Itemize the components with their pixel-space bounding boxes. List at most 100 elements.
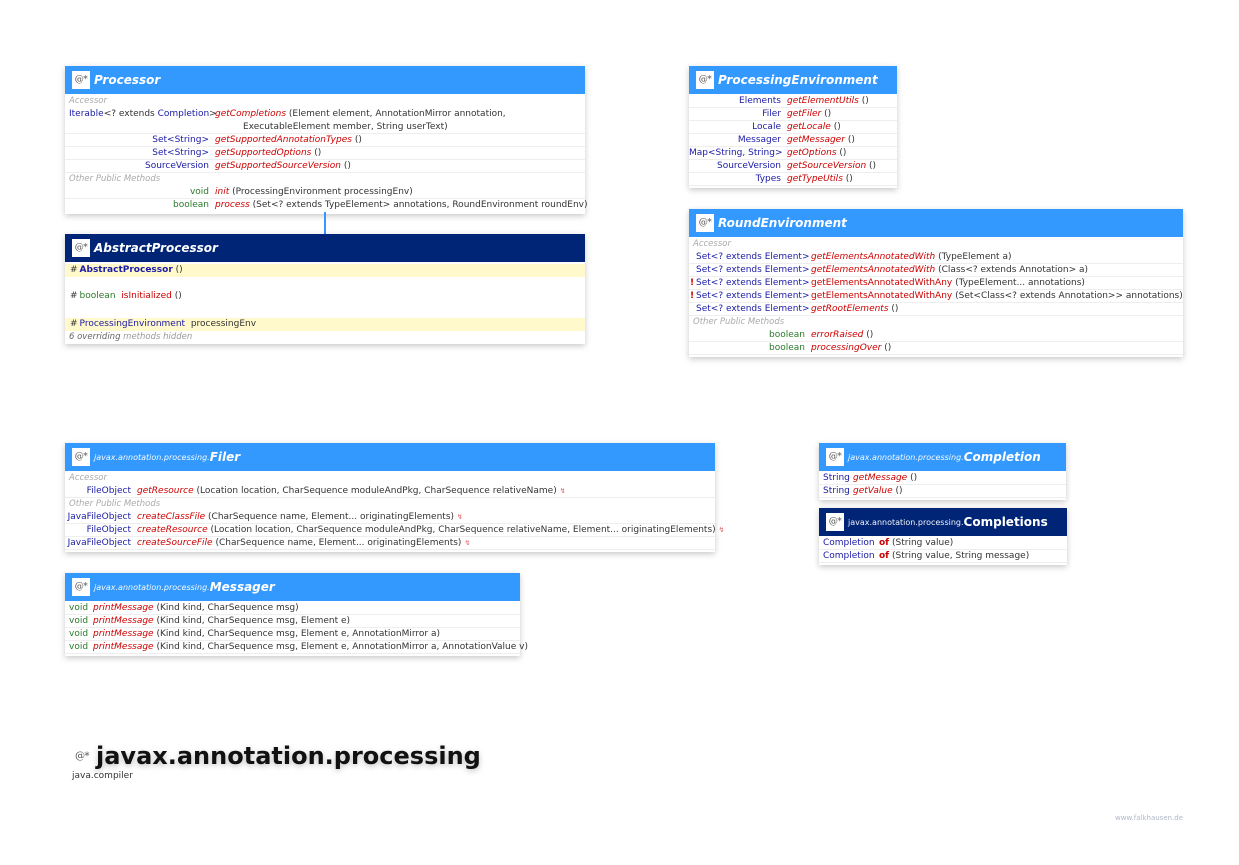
method-name[interactable]: getValue (853, 485, 893, 497)
method-row[interactable]: ! Set<? extends Element> getElementsAnnota… (689, 277, 1183, 290)
method-row[interactable]: Set<? extends Element> getElementsAnnotat… (689, 264, 1183, 277)
field-row[interactable]: # ProcessingEnvironment processingEnv (65, 318, 585, 331)
return-type: Set<? extends Element> (696, 304, 810, 314)
method-row[interactable]: Types getTypeUtils () (689, 173, 897, 186)
return-type: void (69, 629, 89, 639)
credit-link[interactable]: www.falkhausen.de (1115, 814, 1183, 822)
class-name: RoundEnvironment (718, 216, 847, 230)
method-name[interactable]: getElementsAnnotatedWith (811, 264, 935, 276)
annotation-interface-icon: @* (72, 71, 90, 89)
processing-environment-header[interactable]: @* ProcessingEnvironment (689, 66, 897, 94)
messager-header[interactable]: @* javax.annotation.processing. Messager (65, 573, 520, 601)
method-name[interactable]: getMessage (853, 472, 907, 484)
method-row[interactable]: JavaFileObject createClassFile (CharSeque… (65, 511, 715, 524)
method-row[interactable]: FileObject getResource (Location location… (65, 485, 715, 498)
section-label: Accessor (69, 473, 107, 483)
filer-header[interactable]: @* javax.annotation.processing. Filer (65, 443, 715, 471)
method-row[interactable]: void init (ProcessingEnvironment process… (65, 186, 585, 199)
method-row[interactable]: Set<String> getSupportedOptions () (65, 147, 585, 160)
abstract-processor-header[interactable]: @* AbstractProcessor (65, 234, 585, 262)
constructor-name[interactable]: AbstractProcessor (80, 264, 173, 277)
method-row[interactable]: Set<? extends Element> getElementsAnnotat… (689, 251, 1183, 264)
processor-header[interactable]: @* Processor (65, 66, 585, 94)
method-name[interactable]: getSupportedOptions (215, 147, 311, 159)
method-name[interactable]: getElementUtils (787, 95, 859, 107)
method-name[interactable]: printMessage (93, 628, 154, 640)
return-type: Filer (762, 109, 781, 119)
method-params: (TypeElement... annotations) (955, 278, 1085, 288)
method-name[interactable]: errorRaised (811, 329, 863, 341)
return-type: Map<String, String> (689, 148, 783, 158)
method-name[interactable]: getLocale (787, 121, 831, 133)
annotation-interface-icon: @* (72, 239, 90, 257)
method-name[interactable]: printMessage (93, 602, 154, 614)
round-environment-header[interactable]: @* RoundEnvironment (689, 209, 1183, 237)
method-row[interactable]: void printMessage (Kind kind, CharSequenc… (65, 602, 520, 615)
method-name[interactable]: getElementsAnnotatedWith (811, 251, 935, 263)
method-name[interactable]: createSourceFile (137, 537, 213, 549)
return-type: boolean (769, 343, 805, 353)
method-row[interactable]: Map<String, String> getOptions () (689, 147, 897, 160)
method-name[interactable]: isInitialized (121, 283, 172, 309)
method-row[interactable]: String getMessage () (819, 472, 1066, 485)
method-row[interactable]: boolean errorRaised () (689, 329, 1183, 342)
method-name[interactable]: createResource (137, 524, 208, 536)
method-name[interactable]: createClassFile (137, 511, 205, 523)
method-name[interactable]: getTypeUtils (787, 173, 843, 185)
completions-header[interactable]: @* javax.annotation.processing. Completio… (819, 508, 1067, 536)
method-row[interactable]: JavaFileObject createSourceFile (CharSequ… (65, 537, 715, 550)
method-row[interactable]: FileObject createResource (Location locat… (65, 524, 725, 537)
abstract-processor-class-box: @* AbstractProcessor # AbstractProcessor… (65, 234, 585, 344)
method-params: (Set<Class<? extends Annotation>> annota… (955, 291, 1183, 301)
method-name[interactable]: getRootElements (811, 303, 889, 315)
method-row[interactable]: void printMessage (Kind kind, CharSequenc… (65, 615, 520, 628)
method-name[interactable]: getResource (137, 485, 194, 497)
method-row[interactable]: Completion of (String value) (819, 537, 1067, 550)
method-name[interactable]: init (215, 186, 229, 198)
method-row[interactable]: boolean process (Set<? extends TypeEleme… (65, 199, 587, 212)
method-name[interactable]: processingOver (811, 342, 881, 354)
method-params: (Class<? extends Annotation> a) (938, 265, 1089, 275)
method-name[interactable]: getElementsAnnotatedWithAny (811, 290, 952, 302)
class-name: AbstractProcessor (94, 241, 218, 255)
package-title: @* javax.annotation.processing (72, 742, 481, 770)
completion-header[interactable]: @* javax.annotation.processing. Completio… (819, 443, 1066, 471)
method-name[interactable]: getElementsAnnotatedWithAny (811, 277, 952, 289)
method-name[interactable]: getSupportedSourceVersion (215, 160, 341, 172)
constructor-row[interactable]: # AbstractProcessor () (65, 264, 585, 277)
method-row[interactable]: Completion of (String value, String messa… (819, 550, 1067, 563)
method-name[interactable]: getSourceVersion (787, 160, 866, 172)
method-row[interactable]: Filer getFiler () (689, 108, 897, 121)
method-name[interactable]: getFiler (787, 108, 821, 120)
method-row[interactable]: SourceVersion getSupportedSourceVersion … (65, 160, 585, 173)
method-row[interactable]: boolean processingOver () (689, 342, 1183, 355)
method-row[interactable]: # boolean isInitialized () (65, 283, 585, 309)
field-name[interactable]: processingEnv (191, 318, 256, 331)
method-row[interactable]: ! Set<? extends Element> getElementsAnnota… (689, 290, 1183, 303)
method-name[interactable]: of (879, 537, 889, 549)
method-row[interactable]: Elements getElementUtils () (689, 95, 897, 108)
annotation-interface-icon: @* (826, 448, 844, 466)
method-row[interactable]: SourceVersion getSourceVersion () (689, 160, 897, 173)
completions-class-box: @* javax.annotation.processing. Completio… (819, 508, 1067, 565)
method-name[interactable]: process (215, 199, 250, 212)
method-row[interactable]: Set<String> getSupportedAnnotationTypes … (65, 134, 585, 147)
return-type: SourceVersion (144, 161, 209, 171)
method-row[interactable]: String getValue () (819, 485, 1066, 498)
method-row[interactable]: Locale getLocale () (689, 121, 897, 134)
method-row[interactable]: Iterable<? extends Completion> getComple… (65, 108, 585, 121)
method-name[interactable]: getOptions (787, 147, 837, 159)
method-name[interactable]: getSupportedAnnotationTypes (215, 134, 352, 146)
method-row[interactable]: Set<? extends Element> getRootElements () (689, 303, 1183, 316)
method-name[interactable]: of (879, 550, 889, 562)
method-params: ExecutableElement member, String userTex… (243, 122, 448, 132)
method-name[interactable]: printMessage (93, 641, 154, 653)
method-params: (Kind kind, CharSequence msg, Element e,… (156, 629, 440, 639)
method-row[interactable]: void printMessage (Kind kind, CharSequenc… (65, 628, 520, 641)
method-name[interactable]: printMessage (93, 615, 154, 627)
return-type: Set<? extends Element> (696, 265, 810, 275)
method-row[interactable]: Messager getMessager () (689, 134, 897, 147)
method-name[interactable]: getMessager (787, 134, 845, 146)
method-name[interactable]: getCompletions (215, 108, 286, 121)
method-row[interactable]: void printMessage (Kind kind, CharSequenc… (65, 641, 528, 654)
